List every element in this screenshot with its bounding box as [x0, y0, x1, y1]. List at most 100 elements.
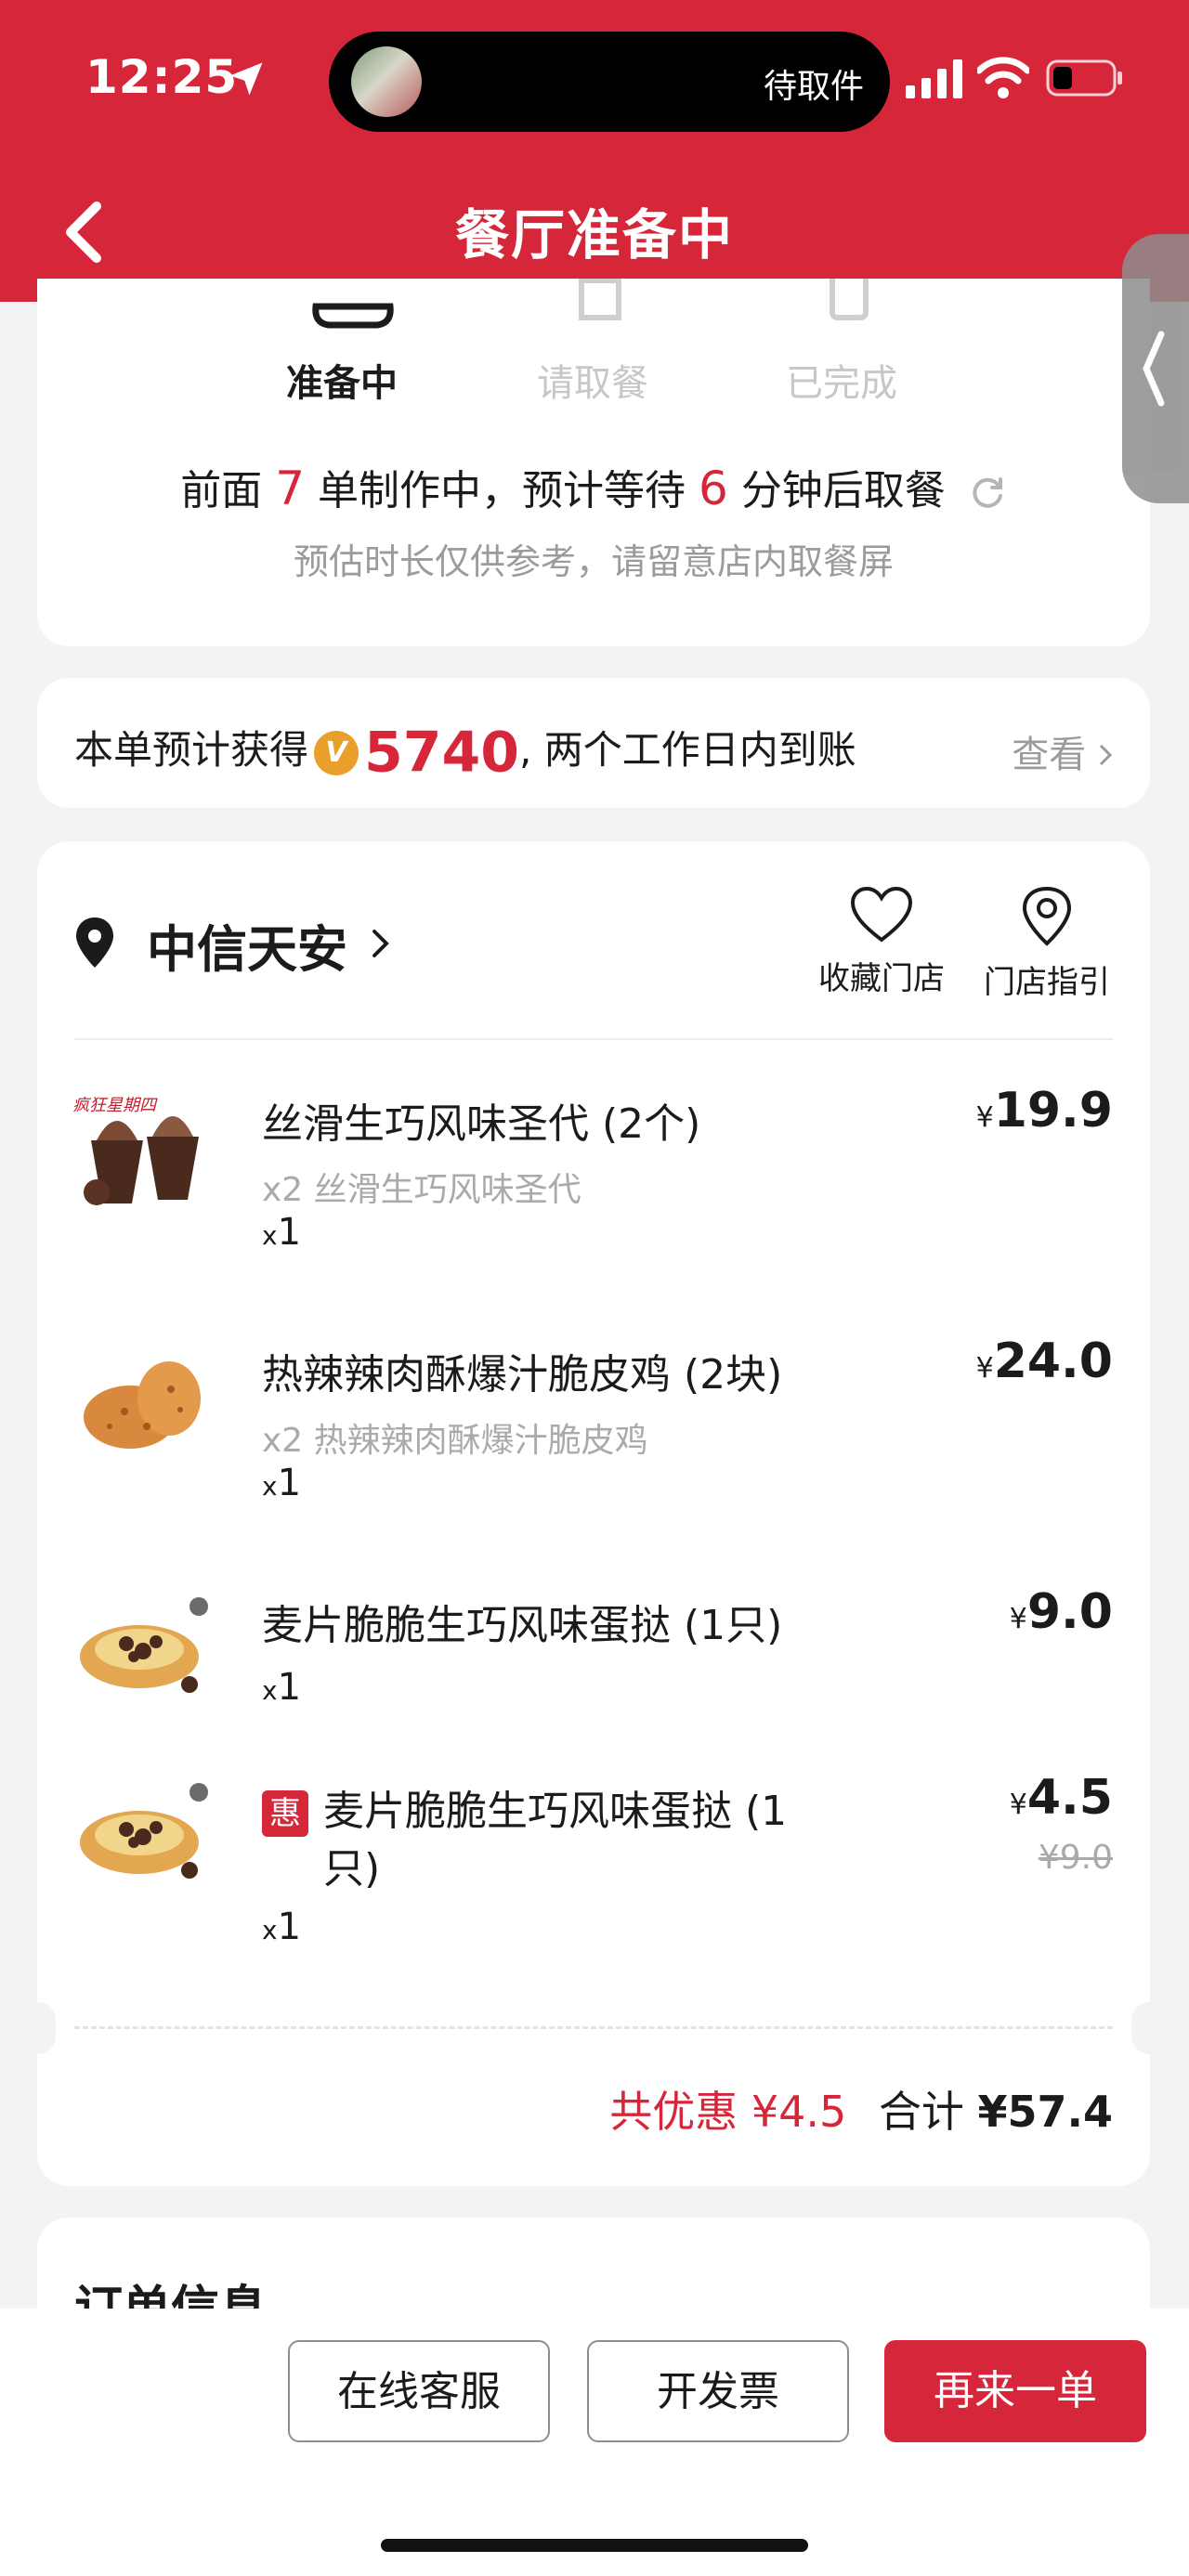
qty-value: 1: [277, 1666, 302, 1709]
item-components: x2 热辣辣肉酥爆汁脆皮鸡: [262, 1422, 648, 1460]
qty-prefix: x: [262, 1915, 278, 1945]
step-pickup: 请取餐: [537, 279, 648, 407]
receipt-icon: [579, 279, 621, 320]
item-name-line2: 只): [323, 1845, 381, 1893]
item-price: ¥9.0: [1010, 1584, 1113, 1640]
queue-count: 7: [275, 462, 305, 515]
step-completed: 已完成: [786, 279, 897, 407]
store-guide-button[interactable]: 门店指引: [977, 886, 1117, 1002]
item-quantity: x1: [262, 1462, 301, 1504]
island-thumbnail: [351, 46, 422, 117]
v-coin-icon: V: [314, 730, 359, 775]
cellular-signal-icon: [906, 59, 962, 98]
order-total: 共优惠 ¥4.5 合计 ¥57.4: [609, 2078, 1113, 2140]
home-indicator[interactable]: [381, 2539, 808, 2552]
discount-value: ¥4.5: [751, 2087, 847, 2137]
points-suffix: , 两个工作日内到账: [519, 727, 856, 773]
currency: ¥: [975, 1352, 994, 1385]
view-label: 查看: [1012, 734, 1087, 776]
item-price: ¥4.5: [1010, 1770, 1113, 1826]
currency: ¥: [1009, 1603, 1027, 1635]
discount-badge: 惠: [262, 1790, 308, 1837]
qty-value: 1: [277, 1462, 302, 1504]
item-name: 热辣辣肉酥爆汁脆皮鸡 (2块): [262, 1351, 783, 1399]
store-name[interactable]: 中信天安: [147, 908, 347, 982]
view-points-link[interactable]: 查看: [1012, 724, 1113, 778]
qty-prefix: x: [262, 1675, 278, 1706]
battery-icon: [1046, 59, 1122, 97]
chevron-left-icon: [1143, 331, 1165, 407]
wifi-icon: [977, 57, 1029, 98]
queue-status: 前面 7 单制作中，预计等待 6 分钟后取餐: [37, 457, 1150, 516]
step-label: 已完成: [786, 362, 897, 405]
bag-icon: [830, 279, 869, 320]
dynamic-island[interactable]: 待取件: [329, 32, 890, 132]
price-value: 9.0: [1026, 1584, 1113, 1640]
points-prefix: 本单预计获得: [74, 727, 309, 773]
customer-service-button[interactable]: 在线客服: [288, 2340, 550, 2442]
price-value: 24.0: [993, 1334, 1113, 1389]
ticket-notch: [19, 2002, 56, 2054]
item-price: ¥24.0: [976, 1334, 1113, 1389]
chevron-right-icon[interactable]: [370, 927, 392, 960]
sundae-image: 疯狂星期四: [72, 1096, 199, 1205]
svg-text:疯狂星期四: 疯狂星期四: [72, 1096, 158, 1115]
order-details-card: 中信天安 收藏门店 门店指引 疯狂星期四 丝滑生巧风味圣代 (2个) x2 丝滑…: [19, 841, 1169, 2186]
queue-middle: 单制作中，预计等待: [318, 467, 686, 514]
step-preparing: 准备中: [286, 303, 398, 407]
invoice-button[interactable]: 开发票: [587, 2340, 849, 2442]
wait-minutes: 6: [699, 462, 728, 515]
reorder-button[interactable]: 再来一单: [884, 2340, 1146, 2442]
item-components: x2 丝滑生巧风味圣代: [262, 1171, 581, 1209]
divider: [74, 1038, 1113, 1040]
qty-value: 1: [277, 1906, 302, 1948]
guide-label: 门店指引: [984, 964, 1110, 1001]
item-quantity: x1: [262, 1906, 301, 1948]
app-header: 12:25 待取件 餐厅准备中: [0, 0, 1189, 302]
price-value: 4.5: [1026, 1770, 1113, 1826]
queue-prefix: 前面: [180, 467, 263, 514]
item-name: 惠麦片脆脆生巧风味蛋挞 (1: [262, 1777, 787, 1837]
dashed-divider: [74, 2026, 1113, 2029]
tray-icon: [312, 303, 394, 329]
points-amount: 5740: [364, 720, 520, 786]
item-quantity: x1: [262, 1666, 301, 1709]
qty-value: 1: [277, 1211, 302, 1254]
item-price: ¥19.9: [976, 1083, 1113, 1138]
status-time: 12:25: [85, 50, 239, 104]
favorite-label: 收藏门店: [818, 960, 945, 997]
island-status-text: 待取件: [763, 68, 864, 106]
wait-hint: 预估时长仅供参考，请留意店内取餐屏: [293, 541, 894, 582]
total-label: 合计: [878, 2087, 964, 2137]
qty-prefix: x: [262, 1220, 278, 1251]
egg-tart-image: [80, 1783, 208, 1879]
order-progress-card: 准备中 请取餐 已完成 前面 7 单制作中，预计等待 6 分钟后取餐 预估时长仅…: [37, 279, 1150, 646]
points-text: 本单预计获得 V 5740, 两个工作日内到账: [74, 719, 856, 786]
ticket-notch: [1131, 2002, 1169, 2054]
total-value: ¥57.4: [977, 2087, 1113, 2137]
bottom-action-bar: 在线客服 开发票 再来一单: [0, 2309, 1189, 2576]
map-pin-icon: [1022, 886, 1072, 946]
item-name: 麦片脆脆生巧风味蛋挞 (1只): [262, 1602, 783, 1649]
discount-label: 共优惠: [609, 2087, 738, 2137]
page-title: 餐厅准备中: [454, 203, 734, 267]
item-name: 丝滑生巧风味圣代 (2个): [262, 1100, 701, 1148]
chevron-right-icon: [1099, 744, 1113, 766]
price-value: 19.9: [993, 1083, 1113, 1138]
currency: ¥: [975, 1101, 994, 1134]
points-card: 本单预计获得 V 5740, 两个工作日内到账 查看: [37, 678, 1150, 808]
step-label: 准备中: [286, 362, 398, 405]
step-label: 请取餐: [537, 362, 648, 405]
refresh-icon[interactable]: [968, 474, 1007, 513]
egg-tart-image: [80, 1597, 208, 1693]
location-pin-icon: [76, 917, 113, 968]
currency: ¥: [1009, 1789, 1027, 1821]
original-price: ¥9.0: [1038, 1839, 1113, 1877]
favorite-store-button[interactable]: 收藏门店: [812, 886, 951, 998]
heart-icon: [850, 886, 913, 943]
item-quantity: x1: [262, 1211, 301, 1254]
qty-prefix: x: [262, 1471, 278, 1502]
fried-chicken-image: [84, 1361, 201, 1449]
side-drawer-handle[interactable]: [1122, 234, 1189, 503]
location-arrow-icon: [229, 62, 263, 96]
